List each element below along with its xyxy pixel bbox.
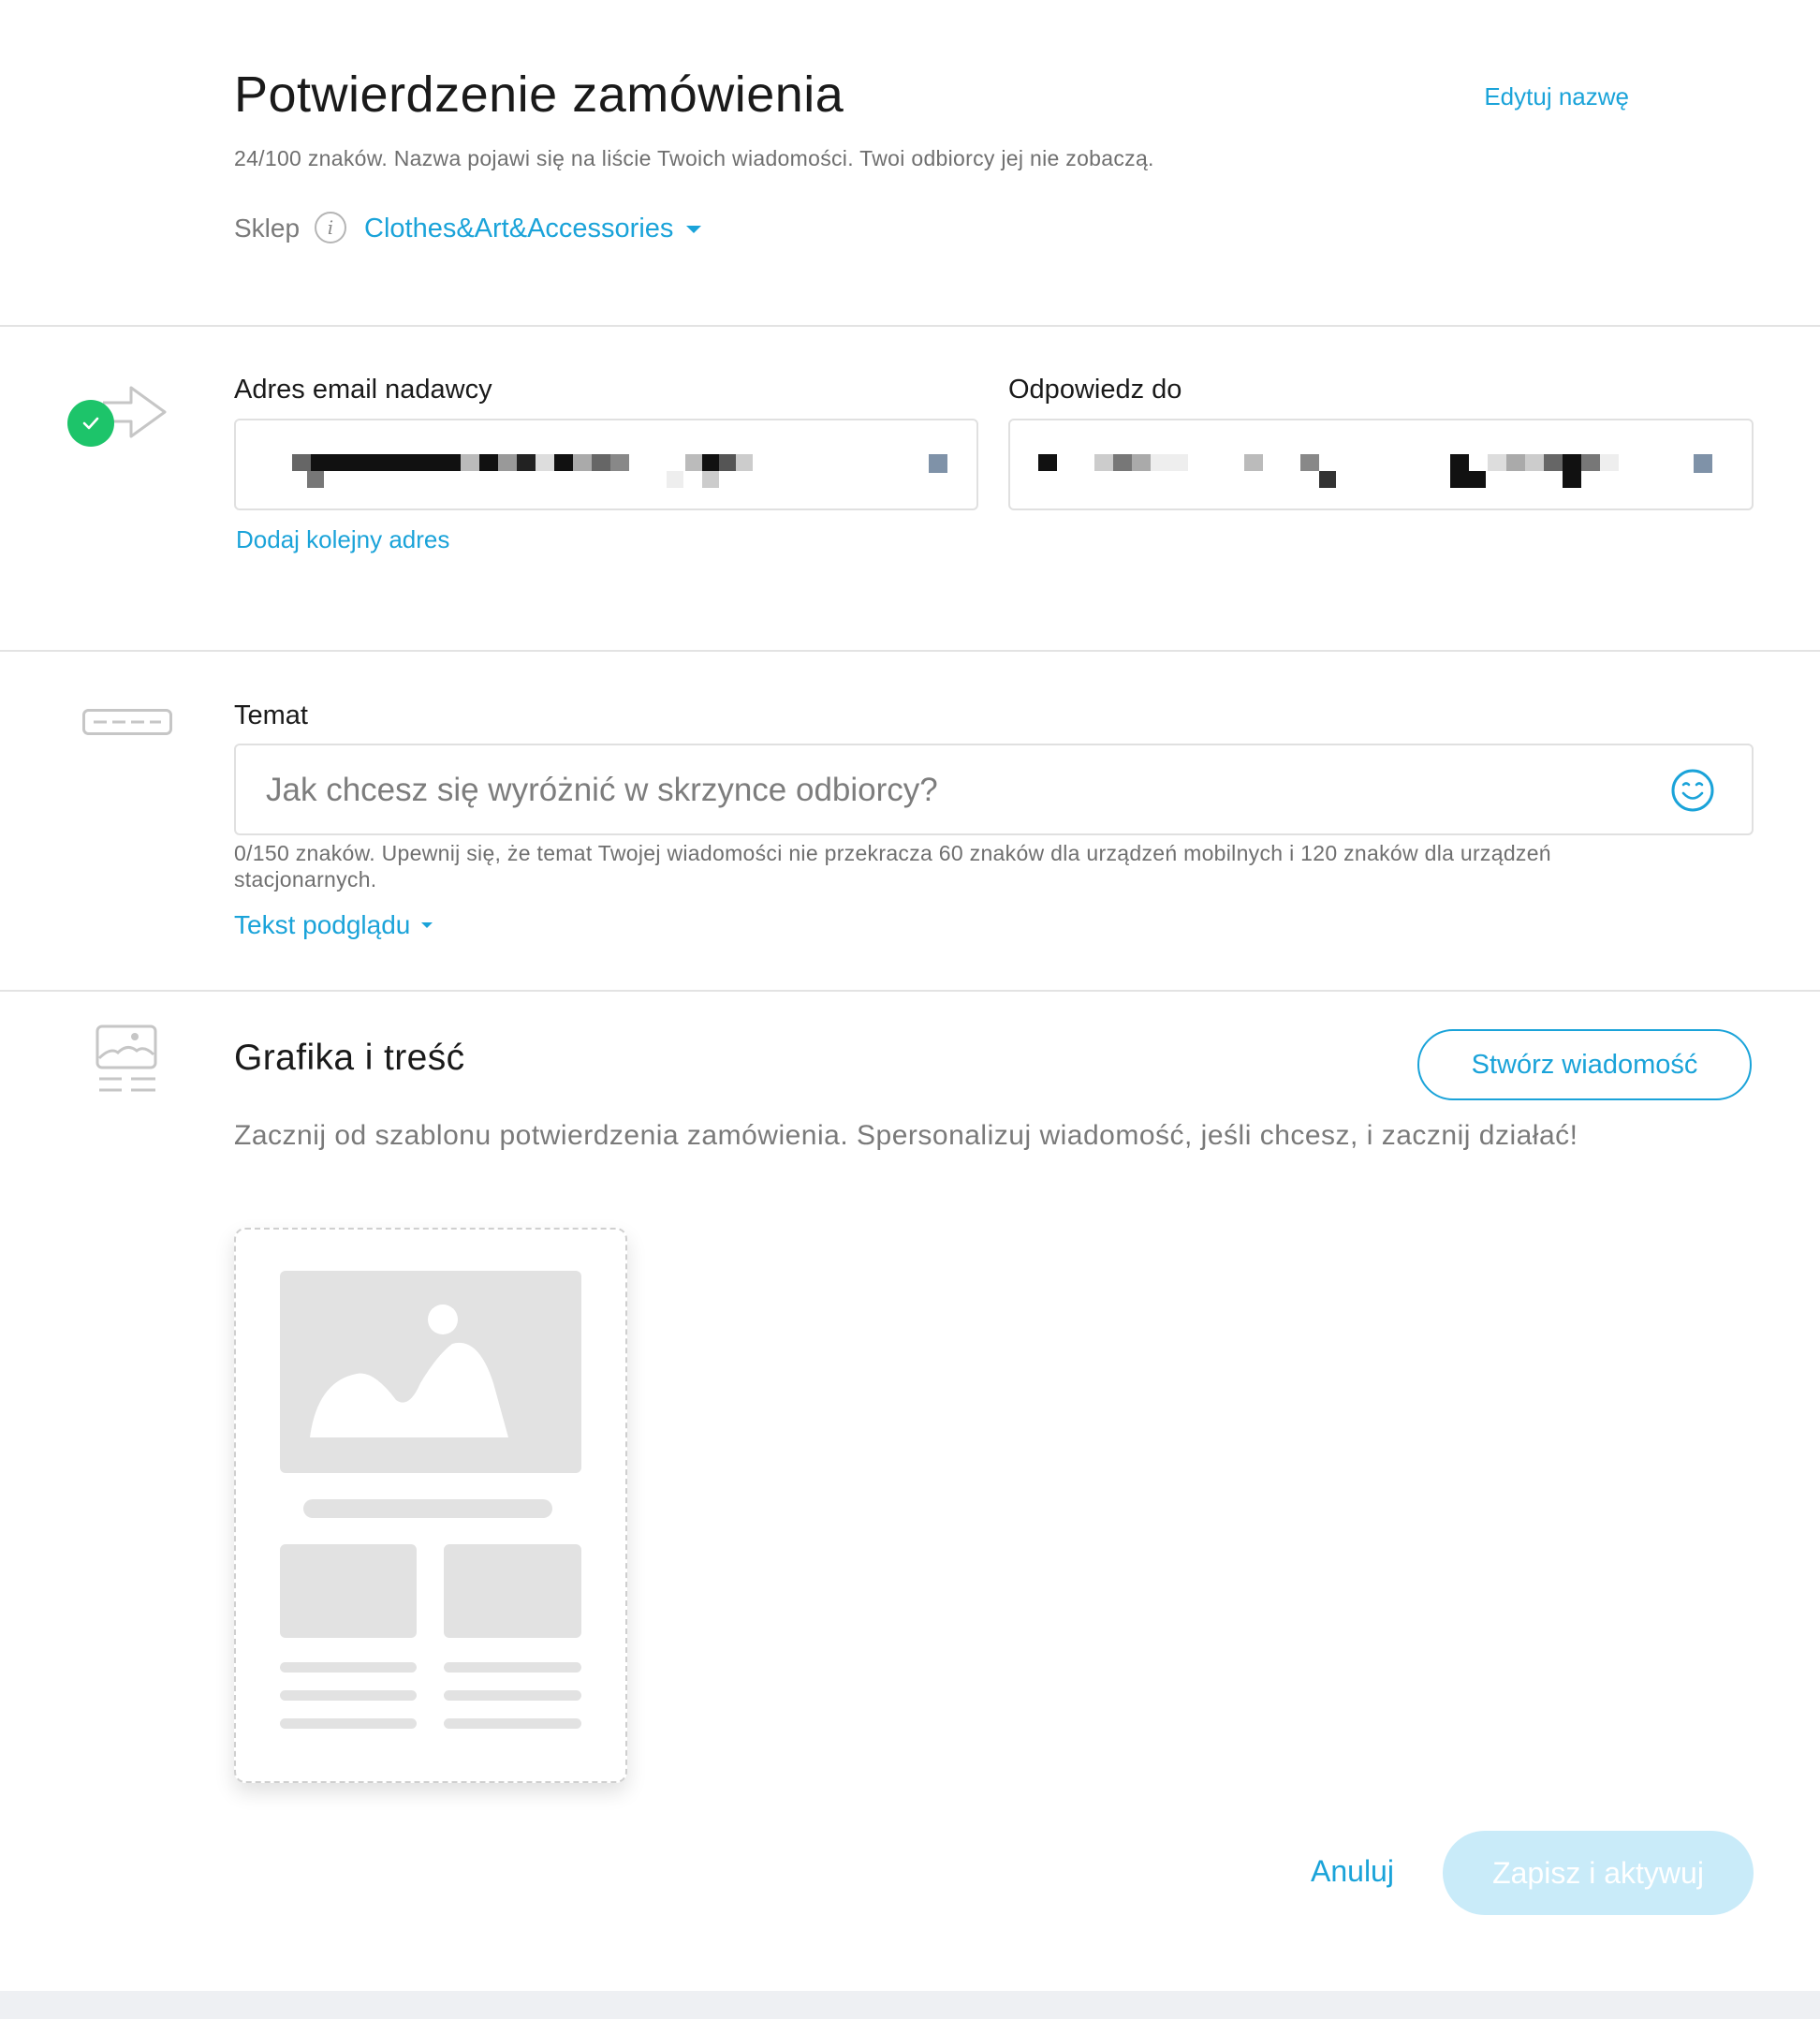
emoji-icon[interactable] [1670, 768, 1715, 813]
divider [0, 990, 1820, 992]
subject-input[interactable] [264, 745, 1616, 835]
template-image-placeholder [280, 1271, 581, 1473]
edit-name-link[interactable]: Edytuj nazwę [1484, 82, 1629, 111]
subject-hint: 0/150 znaków. Upewnij się, że temat Twoj… [234, 841, 1551, 892]
template-block-right [444, 1544, 581, 1638]
name-hint: 24/100 znaków. Nazwa pojawi się na liści… [234, 146, 1154, 170]
field-icon [929, 454, 947, 473]
divider [0, 325, 1820, 327]
content-description: Zacznij od szablonu potwierdzenia zamówi… [234, 1120, 1578, 1151]
reply-to-label: Odpowiedz do [1008, 375, 1182, 405]
preview-text-label: Tekst podglądu [234, 910, 411, 939]
chevron-down-icon [686, 225, 702, 233]
page-title: Potwierdzenie zamówienia [234, 66, 844, 123]
image-content-icon [95, 1024, 159, 1098]
reply-to-field[interactable] [1008, 419, 1754, 510]
subject-field[interactable] [234, 744, 1754, 835]
subject-label: Temat [234, 700, 308, 730]
sender-email-label: Adres email nadawcy [234, 375, 492, 405]
sender-section-icon [66, 365, 170, 449]
info-icon[interactable]: i [315, 212, 346, 243]
template-text-line [303, 1499, 552, 1518]
preview-text-toggle[interactable]: Tekst podglądu [234, 910, 433, 940]
add-address-link[interactable]: Dodaj kolejny adres [236, 525, 449, 554]
redacted-value [1038, 454, 1057, 471]
save-and-activate-button[interactable]: Zapisz i aktywuj [1443, 1831, 1754, 1915]
content-section-title: Grafika i treść [234, 1038, 465, 1078]
page-bottom-band [0, 1991, 1820, 2019]
cancel-button[interactable]: Anuluj [1311, 1854, 1394, 1889]
store-label: Sklep [234, 214, 301, 243]
sender-email-field[interactable] [234, 419, 978, 510]
chevron-down-icon [421, 922, 433, 928]
subject-line-icon [82, 709, 172, 742]
create-message-button[interactable]: Stwórz wiadomość [1417, 1029, 1752, 1100]
landscape-icon [310, 1304, 508, 1437]
store-dropdown[interactable]: Clothes&Art&Accessories [364, 214, 702, 244]
template-block-left [280, 1544, 417, 1638]
verified-check-icon [67, 400, 114, 447]
template-preview-card[interactable] [234, 1228, 627, 1783]
divider [0, 650, 1820, 652]
store-dropdown-value: Clothes&Art&Accessories [364, 214, 674, 243]
field-icon [1694, 454, 1712, 473]
